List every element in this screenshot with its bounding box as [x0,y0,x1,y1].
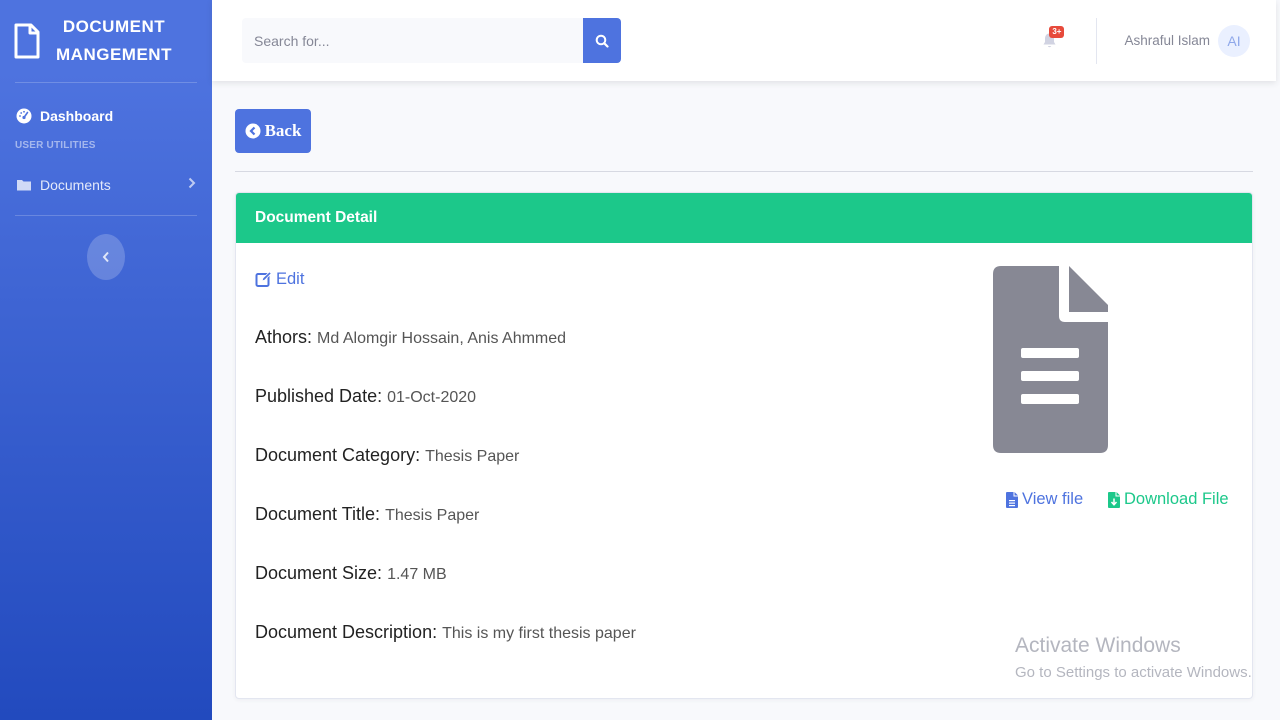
field-label: Published Date: [255,386,383,406]
divider [235,171,1253,172]
alerts-badge: 3+ [1049,25,1065,38]
download-file-link[interactable]: Download File [1108,490,1229,509]
sidebar-item-dashboard[interactable]: Dashboard [0,95,212,137]
field-description: Document Description: This is my first t… [255,622,636,643]
back-button[interactable]: Back [235,109,311,153]
field-published-date: Published Date: 01-Oct-2020 [255,386,476,407]
user-dropdown[interactable]: Ashraful Islam AI [1124,24,1250,57]
edit-label: Edit [276,270,305,288]
sidebar-divider [15,82,197,83]
view-file-label: View file [1022,490,1084,508]
back-button-label: Back [264,121,302,140]
document-detail-card: Document Detail Edit Athors: Md Alomgir … [235,192,1253,699]
brand-title: DOCUMENT MANGEMENT [56,17,172,64]
user-name: Ashraful Islam [1124,33,1210,48]
sidebar-heading: USER UTILITIES [15,140,96,151]
sidebar-toggle-wrap [0,234,212,280]
field-value: This is my first thesis paper [442,625,636,642]
field-authors: Athors: Md Alomgir Hossain, Anis Ahmmed [255,327,566,348]
field-value: Md Alomgir Hossain, Anis Ahmmed [317,330,567,347]
field-label: Document Title: [255,504,381,524]
field-label: Document Size: [255,563,383,583]
sidebar: DOCUMENT MANGEMENT Dashboard USER UTILIT… [0,0,212,720]
document-icon [993,266,1108,453]
sidebar-item-label: Documents [40,177,111,193]
file-text-icon [1006,491,1018,508]
chevron-right-icon [188,176,196,194]
sidebar-brand[interactable]: DOCUMENT MANGEMENT [0,0,212,82]
topbar: 3+ Ashraful Islam AI [212,0,1276,81]
avatar: AI [1218,24,1250,57]
field-value: Thesis Paper [425,448,520,465]
sidebar-item-documents[interactable]: Documents [0,163,212,207]
sidebar-toggle-button[interactable] [87,234,125,280]
watermark-title: Activate Windows [1015,634,1181,657]
field-category: Document Category: Thesis Paper [255,445,519,466]
field-title: Document Title: Thesis Paper [255,504,479,525]
file-download-icon [1108,491,1120,508]
edit-link[interactable]: Edit [255,270,304,289]
alerts-dropdown[interactable]: 3+ [1034,25,1065,56]
arrow-circle-left-icon [245,123,261,139]
activate-windows-watermark: Activate Windows Go to Settings to activ… [1015,634,1252,681]
field-value: Thesis Paper [385,507,480,524]
search-input[interactable] [242,18,583,63]
file-icon [14,23,40,59]
field-label: Athors: [255,327,313,347]
search-button[interactable] [583,18,621,63]
chevron-left-icon [102,251,109,263]
field-value: 01-Oct-2020 [387,389,477,406]
field-label: Document Category: [255,445,421,465]
search-form [242,18,621,63]
field-size: Document Size: 1.47 MB [255,563,447,584]
edit-icon [255,271,272,287]
search-icon [595,34,609,48]
download-file-label: Download File [1124,490,1229,508]
topbar-divider [1096,17,1098,64]
sidebar-item-label: Dashboard [40,108,114,124]
view-file-link[interactable]: View file [1006,490,1083,509]
card-title: Document Detail [236,193,1252,243]
field-value: 1.47 MB [387,566,447,583]
folder-icon [16,177,32,193]
watermark-subtitle: Go to Settings to activate Windows. [1015,664,1252,681]
field-label: Document Description: [255,622,438,642]
sidebar-divider [15,215,197,216]
card-body: Edit Athors: Md Alomgir Hossain, Anis Ah… [236,243,1252,698]
tachometer-icon [16,108,32,124]
topbar-right: 3+ Ashraful Islam AI [1034,0,1276,81]
